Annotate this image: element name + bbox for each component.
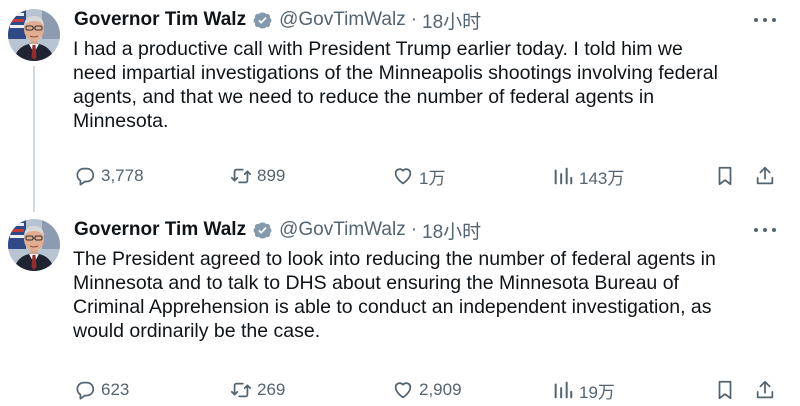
tweet-text: I had a productive call with President T… [73, 37, 778, 133]
verified-badge-icon[interactable] [252, 220, 273, 241]
share-upload-icon [756, 166, 774, 185]
author-handle[interactable]: @GovTimWalz [279, 219, 406, 241]
views-count: 143万 [579, 168, 625, 188]
repost-arrows-icon [230, 382, 252, 398]
bookmark-button[interactable] [714, 378, 736, 402]
share-upload-icon [756, 380, 774, 399]
repost-count: 269 [257, 380, 286, 399]
avatar-image [8, 9, 60, 61]
tweet-text-line: Minnesota. [73, 110, 169, 132]
views-count: 19万 [579, 382, 615, 402]
like-button[interactable]: 1万 [392, 164, 445, 188]
tweet[interactable]: Governor Tim Walz @GovTimWalz · 18小时 The… [0, 210, 800, 406]
repost-count: 899 [257, 166, 286, 185]
repost-button[interactable]: 269 [230, 378, 285, 402]
repost-button[interactable]: 899 [230, 164, 285, 188]
tweet-text-line: The President agreed to look into reduci… [73, 248, 716, 270]
avatar[interactable] [8, 9, 60, 61]
tweet-header: Governor Tim Walz @GovTimWalz · 18小时 [74, 217, 770, 244]
like-button[interactable]: 2,909 [392, 378, 462, 402]
avatar-image [8, 219, 60, 271]
reply-bubble-icon [76, 381, 95, 400]
tweet-text-line: Minnesota and to talk to DHS about ensur… [73, 272, 679, 294]
separator-dot: · [410, 9, 418, 30]
timestamp[interactable]: 18小时 [422, 7, 481, 34]
repost-arrows-icon [230, 168, 252, 184]
tweet-actions: 3,778 899 1万 143万 [74, 164, 784, 188]
tweet-text-line: would ordinarily be the case. [73, 320, 321, 342]
reply-bubble-icon [76, 167, 95, 186]
verified-badge-icon[interactable] [252, 10, 273, 31]
author-name[interactable]: Governor Tim Walz [74, 219, 246, 241]
reply-button[interactable]: 3,778 [74, 164, 144, 188]
more-horizontal-icon[interactable] [754, 10, 776, 30]
share-button[interactable] [754, 164, 776, 188]
views-button[interactable]: 143万 [552, 164, 624, 188]
views-bar-chart-icon [554, 167, 573, 185]
like-count: 2,909 [419, 380, 462, 399]
more-horizontal-icon[interactable] [754, 220, 776, 240]
reply-count: 3,778 [101, 166, 144, 185]
views-button[interactable]: 19万 [552, 378, 615, 402]
timestamp[interactable]: 18小时 [422, 217, 481, 244]
thread-connector [33, 66, 35, 212]
author-handle[interactable]: @GovTimWalz [279, 9, 406, 31]
share-button[interactable] [754, 378, 776, 402]
tweet[interactable]: Governor Tim Walz @GovTimWalz · 18小时 I h… [0, 0, 800, 212]
avatar[interactable] [8, 219, 60, 271]
separator-dot: · [410, 219, 418, 240]
tweet-text-line: agents, and that we need to reduce the n… [73, 86, 655, 108]
tweet-header: Governor Tim Walz @GovTimWalz · 18小时 [74, 7, 770, 34]
tweet-text: The President agreed to look into reduci… [73, 247, 778, 343]
heart-icon [394, 168, 412, 185]
bookmark-icon [718, 166, 732, 186]
like-count: 1万 [419, 168, 446, 188]
tweet-actions: 623 269 2,909 19万 [74, 378, 784, 402]
tweet-text-line: I had a productive call with President T… [73, 38, 683, 60]
tweet-text-line: Criminal Apprehension is able to conduct… [73, 296, 712, 318]
tweet-text-line: need impartial investigations of the Min… [73, 62, 718, 84]
bookmark-icon [718, 380, 732, 400]
bookmark-button[interactable] [714, 164, 736, 188]
reply-count: 623 [101, 380, 130, 399]
author-name[interactable]: Governor Tim Walz [74, 9, 246, 31]
heart-icon [394, 382, 412, 399]
views-bar-chart-icon [554, 381, 573, 399]
reply-button[interactable]: 623 [74, 378, 129, 402]
tweet-thread: Governor Tim Walz @GovTimWalz · 18小时 I h… [0, 0, 800, 406]
